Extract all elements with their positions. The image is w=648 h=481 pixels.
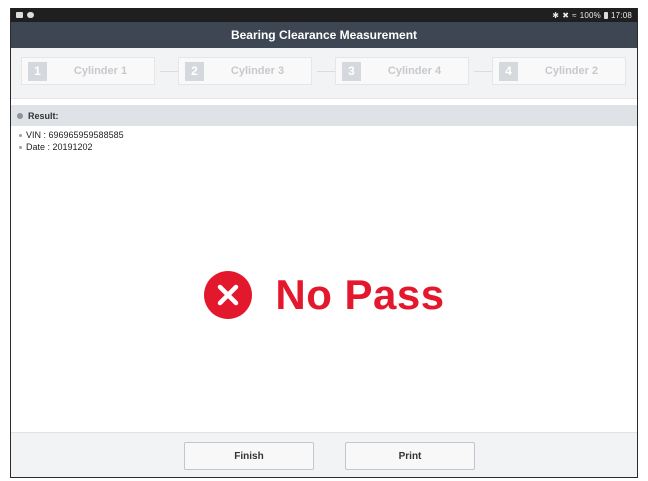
print-button[interactable]: Print	[345, 442, 475, 470]
step-label: Cylinder 1	[73, 65, 128, 77]
step-cylinder-2: 4 Cylinder 2	[492, 57, 626, 85]
result-header: Result:	[11, 105, 637, 126]
battery-text: 100%	[579, 10, 601, 20]
gallery-icon	[16, 12, 23, 18]
result-bullet-icon	[17, 112, 23, 119]
fail-x-circle-icon	[204, 271, 253, 319]
battery-icon	[603, 11, 608, 19]
step-label: Cylinder 4	[387, 65, 442, 77]
step-connector	[160, 71, 178, 72]
steps-bar: 1 Cylinder 1 2 Cylinder 3 3 Cylinder 4 4…	[11, 48, 637, 99]
date-value: Date : 20191202	[26, 142, 93, 152]
list-bullet-icon	[19, 145, 22, 149]
step-cylinder-4: 3 Cylinder 4	[335, 57, 469, 85]
step-label: Cylinder 3	[230, 65, 285, 77]
step-number: 3	[342, 61, 361, 81]
app-window: ✱ ✖ ≈ 100% 17:08 Bearing Clearance Measu…	[10, 8, 638, 478]
title-bar: Bearing Clearance Measurement	[11, 22, 637, 48]
result-info-list: VIN : 696965959588585 Date : 20191202	[11, 126, 637, 156]
footer-bar: Finish Print	[11, 432, 637, 477]
status-bar: ✱ ✖ ≈ 100% 17:08	[11, 8, 637, 22]
android-icon	[27, 12, 34, 18]
step-number: 2	[185, 61, 204, 81]
date-row: Date : 20191202	[19, 141, 629, 153]
step-cylinder-3: 2 Cylinder 3	[178, 57, 312, 85]
verdict-text: No Pass	[275, 271, 445, 318]
step-number: 4	[499, 61, 518, 81]
clock: 17:08	[610, 10, 632, 20]
step-number: 1	[28, 61, 47, 81]
step-cylinder-1: 1 Cylinder 1	[21, 57, 155, 85]
page-title: Bearing Clearance Measurement	[230, 28, 418, 42]
verdict: No Pass	[11, 270, 637, 320]
step-label: Cylinder 2	[544, 65, 599, 77]
step-connector	[474, 71, 492, 72]
result-heading: Result:	[28, 110, 59, 121]
step-connector	[317, 71, 335, 72]
list-bullet-icon	[19, 133, 22, 137]
vin-value: VIN : 696965959588585	[26, 130, 124, 140]
mute-icon: ✖	[562, 10, 570, 20]
bluetooth-icon: ✱	[552, 10, 560, 20]
wifi-icon: ≈	[572, 10, 577, 20]
finish-button[interactable]: Finish	[184, 442, 314, 470]
vin-row: VIN : 696965959588585	[19, 129, 629, 141]
